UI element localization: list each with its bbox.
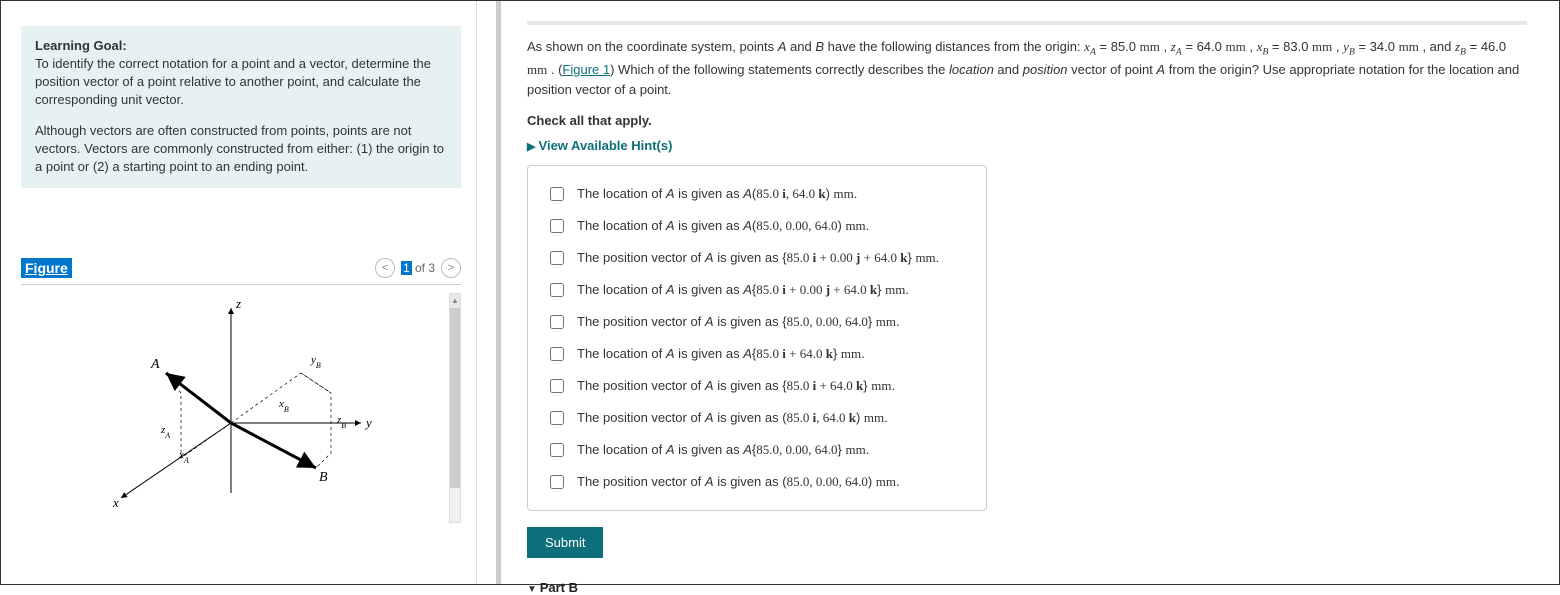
option-checkbox[interactable]	[550, 283, 564, 297]
scroll-up-icon[interactable]: ▲	[450, 294, 460, 308]
answer-option[interactable]: The position vector of A is given as (85…	[546, 402, 968, 434]
option-checkbox[interactable]	[550, 219, 564, 233]
option-checkbox[interactable]	[550, 443, 564, 457]
submit-button[interactable]: Submit	[527, 527, 603, 558]
answer-option[interactable]: The location of A is given as A{85.0 i +…	[546, 338, 968, 370]
svg-text:zB: zB	[336, 414, 346, 430]
figure-scrollbar[interactable]: ▲	[449, 293, 461, 523]
figure-label[interactable]: Figure	[21, 258, 72, 278]
svg-text:zA: zA	[160, 424, 170, 440]
option-text: The location of A is given as A{85.0 i +…	[577, 346, 865, 362]
option-text: The location of A is given as A{85.0, 0.…	[577, 442, 869, 458]
option-checkbox[interactable]	[550, 187, 564, 201]
svg-text:y: y	[364, 415, 372, 430]
learning-goal-title: Learning Goal:	[35, 38, 447, 53]
svg-text:yB: yB	[310, 354, 321, 370]
figure-nav: < 1 of 3 >	[375, 258, 461, 278]
option-text: The location of A is given as A(85.0, 0.…	[577, 218, 869, 234]
option-text: The position vector of A is given as (85…	[577, 410, 888, 426]
view-hints-toggle[interactable]: View Available Hint(s)	[527, 138, 1529, 153]
option-text: The position vector of A is given as (85…	[577, 474, 900, 490]
option-checkbox[interactable]	[550, 475, 564, 489]
scroll-thumb[interactable]	[450, 308, 460, 488]
option-checkbox[interactable]	[550, 251, 564, 265]
answer-option[interactable]: The location of A is given as A(85.0 i, …	[546, 178, 968, 210]
svg-text:B: B	[319, 470, 328, 485]
answer-option[interactable]: The position vector of A is given as {85…	[546, 370, 968, 402]
svg-text:x: x	[112, 495, 119, 510]
figure-next-button[interactable]: >	[441, 258, 461, 278]
answer-option[interactable]: The position vector of A is given as {85…	[546, 306, 968, 338]
learning-goal-para1: To identify the correct notation for a p…	[35, 55, 447, 110]
option-checkbox[interactable]	[550, 379, 564, 393]
answer-option[interactable]: The position vector of A is given as {85…	[546, 242, 968, 274]
option-text: The position vector of A is given as {85…	[577, 314, 900, 330]
option-checkbox[interactable]	[550, 315, 564, 329]
answer-option[interactable]: The location of A is given as A{85.0 i +…	[546, 274, 968, 306]
svg-text:A: A	[150, 357, 160, 372]
figure-page: 1 of 3	[401, 261, 435, 275]
figure-header: Figure < 1 of 3 >	[21, 258, 461, 285]
answer-option[interactable]: The location of A is given as A(85.0, 0.…	[546, 210, 968, 242]
option-checkbox[interactable]	[550, 411, 564, 425]
option-text: The location of A is given as A{85.0 i +…	[577, 282, 909, 298]
option-text: The location of A is given as A(85.0 i, …	[577, 186, 857, 202]
svg-text:xA: xA	[178, 449, 189, 465]
answer-option[interactable]: The location of A is given as A{85.0, 0.…	[546, 434, 968, 466]
option-text: The position vector of A is given as {85…	[577, 250, 939, 266]
left-pane: Learning Goal: To identify the correct n…	[1, 1, 476, 584]
learning-goal-box: Learning Goal: To identify the correct n…	[21, 26, 461, 188]
right-pane: As shown on the coordinate system, point…	[476, 1, 1559, 584]
answer-option[interactable]: The position vector of A is given as (85…	[546, 466, 968, 498]
problem-text: As shown on the coordinate system, point…	[527, 37, 1527, 99]
answer-options-box: The location of A is given as A(85.0 i, …	[527, 165, 987, 511]
option-checkbox[interactable]	[550, 347, 564, 361]
section-divider	[527, 21, 1527, 25]
figure-link[interactable]: Figure 1	[562, 62, 610, 77]
svg-text:xB: xB	[278, 398, 289, 414]
figure-area: z y x A B zA xA yB xB zB ▲	[21, 293, 461, 533]
option-text: The position vector of A is given as {85…	[577, 378, 895, 394]
figure-prev-button[interactable]: <	[375, 258, 395, 278]
figure-diagram: z y x A B zA xA yB xB zB	[21, 293, 401, 513]
check-all-label: Check all that apply.	[527, 113, 1529, 128]
learning-goal-para2: Although vectors are often constructed f…	[35, 122, 447, 177]
part-b-header[interactable]: Part B	[527, 580, 1529, 595]
svg-text:z: z	[235, 296, 241, 311]
